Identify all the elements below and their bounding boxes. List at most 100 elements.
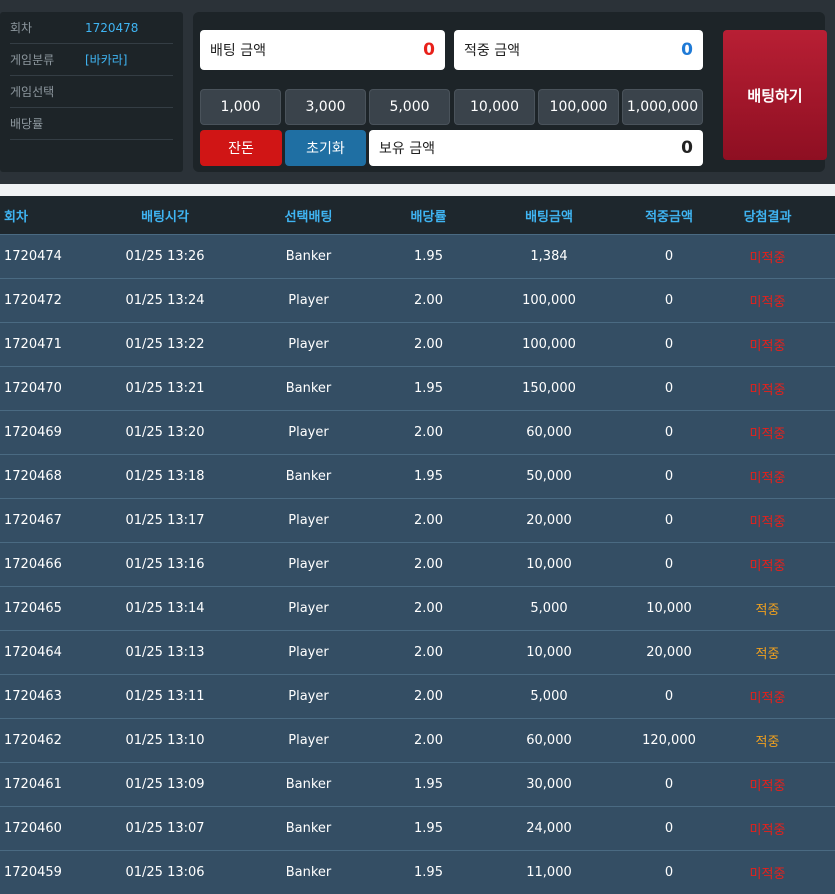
info-row-odds: 배당률 (10, 108, 173, 140)
table-row: 172045901/25 13:06Banker1.9511,0000미적중 (0, 851, 835, 894)
cell-round: 1720471 (0, 323, 110, 367)
cell-selection: Player (220, 499, 397, 543)
cell-round: 1720462 (0, 719, 110, 763)
cell-result: 미적중 (700, 807, 835, 851)
cell-result: 미적중 (700, 455, 835, 499)
cell-bet-time: 01/25 13:13 (110, 631, 220, 675)
cell-odds: 1.95 (397, 235, 460, 279)
cell-win-amount: 20,000 (638, 631, 700, 675)
cell-selection: Player (220, 587, 397, 631)
cell-selection: Player (220, 279, 397, 323)
cell-odds: 1.95 (397, 367, 460, 411)
cell-win-amount: 0 (638, 279, 700, 323)
cell-selection: Banker (220, 235, 397, 279)
bet-panel: 배팅 금액 0 적중 금액 0 1,000 3,000 5,000 10,000… (193, 12, 825, 172)
table-row: 172046001/25 13:07Banker1.9524,0000미적중 (0, 807, 835, 851)
cell-odds: 2.00 (397, 631, 460, 675)
cell-round: 1720474 (0, 235, 110, 279)
table-row: 172046601/25 13:16Player2.0010,0000미적중 (0, 543, 835, 587)
cell-bet-time: 01/25 13:17 (110, 499, 220, 543)
table-row: 172046401/25 13:13Player2.0010,00020,000… (0, 631, 835, 675)
cell-selection: Player (220, 675, 397, 719)
cell-bet-time: 01/25 13:14 (110, 587, 220, 631)
info-row-round: 회차 1720478 (10, 12, 173, 44)
table-header-row: 회차 배팅시각 선택배팅 배당률 배팅금액 적중금액 당첨결과 (0, 196, 835, 235)
cell-result: 미적중 (700, 675, 835, 719)
cell-selection: Banker (220, 763, 397, 807)
bet-control-area: 회차 1720478 게임분류 [바카라] 게임선택 배당률 배팅 금액 0 적… (0, 0, 835, 184)
category-value: [바카라] (85, 51, 127, 68)
cell-odds: 1.95 (397, 763, 460, 807)
cell-bet-amount: 11,000 (460, 851, 638, 894)
cell-bet-amount: 24,000 (460, 807, 638, 851)
cell-odds: 1.95 (397, 851, 460, 894)
reset-button[interactable]: 초기화 (285, 130, 366, 166)
change-button[interactable]: 잔돈 (200, 130, 282, 166)
cell-bet-time: 01/25 13:07 (110, 807, 220, 851)
balance-box: 보유 금액 0 (369, 130, 703, 166)
cell-round: 1720470 (0, 367, 110, 411)
cell-bet-amount: 1,384 (460, 235, 638, 279)
cell-bet-time: 01/25 13:09 (110, 763, 220, 807)
table-row: 172046501/25 13:14Player2.005,00010,000적… (0, 587, 835, 631)
cell-win-amount: 0 (638, 411, 700, 455)
cell-bet-amount: 100,000 (460, 323, 638, 367)
win-amount-label: 적중 금액 (464, 40, 520, 60)
cell-bet-time: 01/25 13:10 (110, 719, 220, 763)
cell-win-amount: 0 (638, 543, 700, 587)
cell-win-amount: 120,000 (638, 719, 700, 763)
cell-result: 미적중 (700, 367, 835, 411)
cell-result: 적중 (700, 719, 835, 763)
cell-bet-time: 01/25 13:26 (110, 235, 220, 279)
cell-win-amount: 0 (638, 763, 700, 807)
cell-odds: 2.00 (397, 543, 460, 587)
col-header-odds: 배당률 (397, 196, 460, 235)
cell-selection: Banker (220, 367, 397, 411)
cell-win-amount: 0 (638, 323, 700, 367)
cell-odds: 1.95 (397, 807, 460, 851)
cell-result: 미적중 (700, 543, 835, 587)
chip-button-1000[interactable]: 1,000 (200, 89, 281, 125)
cell-win-amount: 0 (638, 455, 700, 499)
table-row: 172047201/25 13:24Player2.00100,0000미적중 (0, 279, 835, 323)
chip-button-1000000[interactable]: 1,000,000 (622, 89, 703, 125)
cell-selection: Banker (220, 851, 397, 894)
cell-win-amount: 0 (638, 675, 700, 719)
chip-button-100000[interactable]: 100,000 (538, 89, 619, 125)
cell-round: 1720468 (0, 455, 110, 499)
cell-round: 1720466 (0, 543, 110, 587)
cell-bet-amount: 60,000 (460, 411, 638, 455)
table-row: 172046301/25 13:11Player2.005,0000미적중 (0, 675, 835, 719)
cell-bet-amount: 150,000 (460, 367, 638, 411)
cell-odds: 2.00 (397, 719, 460, 763)
cell-win-amount: 0 (638, 367, 700, 411)
chip-button-10000[interactable]: 10,000 (454, 89, 535, 125)
chip-button-3000[interactable]: 3,000 (285, 89, 366, 125)
cell-odds: 2.00 (397, 323, 460, 367)
cell-round: 1720459 (0, 851, 110, 894)
table-row: 172046901/25 13:20Player2.0060,0000미적중 (0, 411, 835, 455)
place-bet-button[interactable]: 배팅하기 (723, 30, 827, 160)
bet-amount-box: 배팅 금액 0 (200, 30, 445, 70)
cell-odds: 2.00 (397, 675, 460, 719)
cell-bet-amount: 50,000 (460, 455, 638, 499)
cell-round: 1720469 (0, 411, 110, 455)
info-row-category: 게임분류 [바카라] (10, 44, 173, 76)
cell-odds: 1.95 (397, 455, 460, 499)
cell-win-amount: 0 (638, 499, 700, 543)
bet-history-table: 회차 배팅시각 선택배팅 배당률 배팅금액 적중금액 당첨결과 17204740… (0, 196, 835, 894)
cell-bet-time: 01/25 13:16 (110, 543, 220, 587)
cell-result: 미적중 (700, 411, 835, 455)
table-row: 172047001/25 13:21Banker1.95150,0000미적중 (0, 367, 835, 411)
cell-round: 1720465 (0, 587, 110, 631)
chip-button-5000[interactable]: 5,000 (369, 89, 450, 125)
section-divider (0, 184, 835, 196)
cell-win-amount: 10,000 (638, 587, 700, 631)
cell-result: 미적중 (700, 499, 835, 543)
col-header-bet-time: 배팅시각 (110, 196, 220, 235)
game-select-label: 게임선택 (10, 83, 85, 100)
win-amount-value: 0 (681, 40, 693, 60)
table-row: 172046201/25 13:10Player2.0060,000120,00… (0, 719, 835, 763)
cell-round: 1720467 (0, 499, 110, 543)
cell-result: 미적중 (700, 323, 835, 367)
